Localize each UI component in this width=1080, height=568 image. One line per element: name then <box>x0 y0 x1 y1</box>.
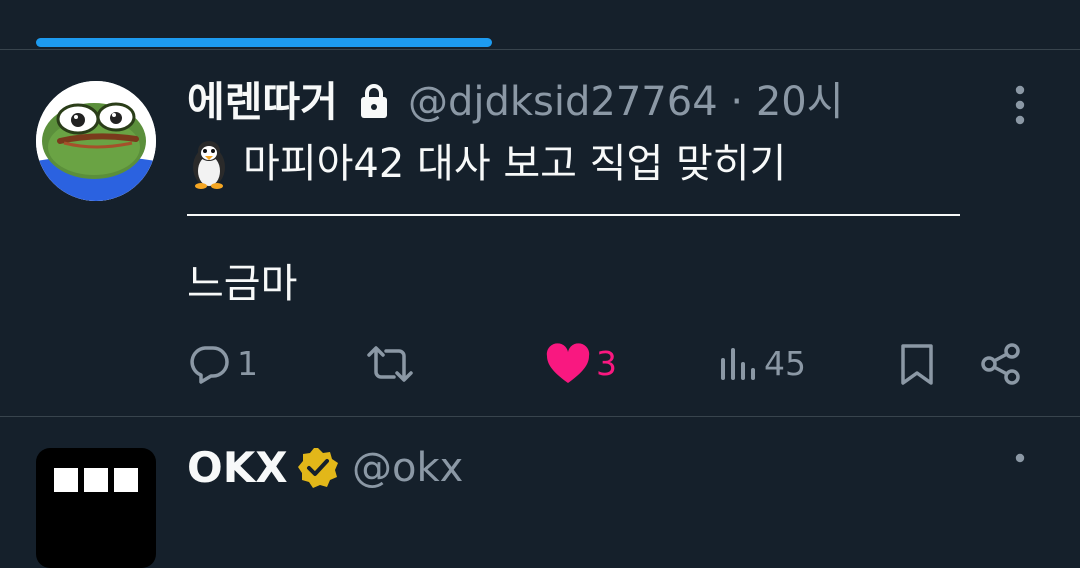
active-tab-indicator <box>36 38 492 47</box>
verified-badge-icon[interactable] <box>296 446 340 490</box>
author-display-name[interactable]: OKX <box>187 442 288 494</box>
like-count: 3 <box>596 344 617 383</box>
lock-icon <box>361 84 387 118</box>
avatar-logo-square <box>54 468 78 492</box>
avatar[interactable] <box>36 81 156 201</box>
tweet-text-line2: 느금마 <box>187 261 298 307</box>
views-count: 45 <box>764 344 806 383</box>
tweet-text-line1: 마피아42 대사 보고 직업 맞히기 <box>187 136 786 192</box>
bookmark-button[interactable] <box>899 340 935 388</box>
tweet-time[interactable]: 20시 <box>756 79 844 125</box>
heart-icon <box>546 343 590 383</box>
penguin-icon <box>193 141 225 189</box>
author-handle[interactable]: @djdksid27764 <box>408 79 718 125</box>
like-button[interactable]: 3 <box>546 340 617 388</box>
share-button[interactable] <box>980 340 1022 388</box>
author-display-name[interactable]: 에렌따거 <box>187 76 338 128</box>
bookmark-icon <box>901 344 933 385</box>
retweet-button[interactable] <box>366 340 420 388</box>
reply-icon <box>190 346 229 384</box>
header-divider <box>0 49 1080 50</box>
avatar-image <box>36 81 156 201</box>
share-icon <box>981 343 1020 385</box>
author-handle[interactable]: @okx <box>352 442 463 494</box>
author-handle-and-time[interactable]: @djdksid27764 · 20시 <box>408 76 844 128</box>
more-options-icon[interactable] <box>1005 452 1035 494</box>
separator-dot: · <box>730 79 744 125</box>
more-options-icon[interactable] <box>1005 84 1035 126</box>
retweet-icon <box>367 346 413 382</box>
tweet-divider <box>0 416 1080 417</box>
tweet-text: 마피아42 대사 보고 직업 맞히기 <box>243 141 787 187</box>
tweet-text-rule <box>187 214 960 216</box>
reply-button[interactable]: 1 <box>187 340 258 388</box>
avatar-logo-square <box>84 468 108 492</box>
views-button[interactable]: 45 <box>718 340 806 388</box>
avatar-logo-square <box>114 468 138 492</box>
views-icon <box>721 348 755 380</box>
reply-count: 1 <box>237 344 258 383</box>
avatar[interactable] <box>36 448 156 568</box>
